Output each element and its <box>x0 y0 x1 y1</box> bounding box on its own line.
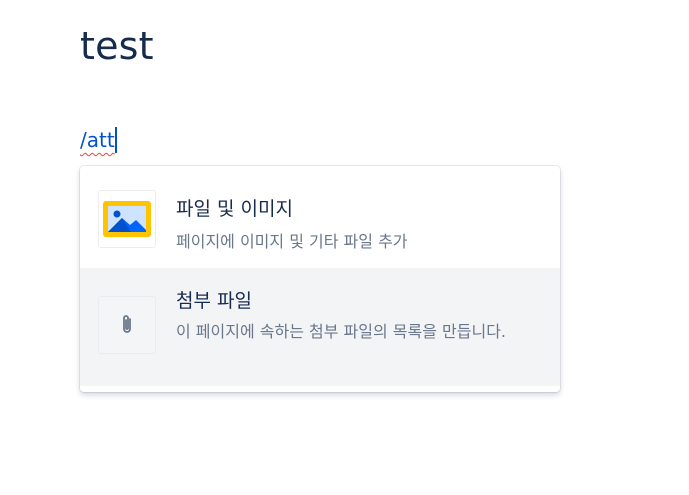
menu-item-attachments[interactable]: 첨부 파일 이 페이지에 속하는 첨부 파일의 목록을 만듭니다. <box>80 268 560 386</box>
slash-command-menu: 파일 및 이미지 페이지에 이미지 및 기타 파일 추가 첨부 파일 이 페이지… <box>80 166 560 392</box>
image-icon <box>98 190 156 248</box>
menu-item-title: 첨부 파일 <box>176 290 252 312</box>
editor-line[interactable]: /att <box>80 126 117 154</box>
menu-item-description: 이 페이지에 속하는 첨부 파일의 목록을 만듭니다. <box>176 322 507 341</box>
paperclip-icon <box>98 296 156 354</box>
page-title[interactable]: test <box>80 22 154 70</box>
paperclip-icon-graphic <box>123 315 131 333</box>
slash-command-text[interactable]: /att <box>80 127 115 153</box>
menu-item-title: 파일 및 이미지 <box>176 198 293 220</box>
page: test /att 파일 및 이미지 페이지에 이미지 및 기타 파일 추가 첨… <box>0 0 689 495</box>
image-icon-graphic <box>103 201 151 237</box>
menu-item-files-and-images[interactable]: 파일 및 이미지 페이지에 이미지 및 기타 파일 추가 <box>80 172 560 268</box>
menu-item-description: 페이지에 이미지 및 기타 파일 추가 <box>176 232 408 251</box>
text-caret <box>114 127 117 153</box>
